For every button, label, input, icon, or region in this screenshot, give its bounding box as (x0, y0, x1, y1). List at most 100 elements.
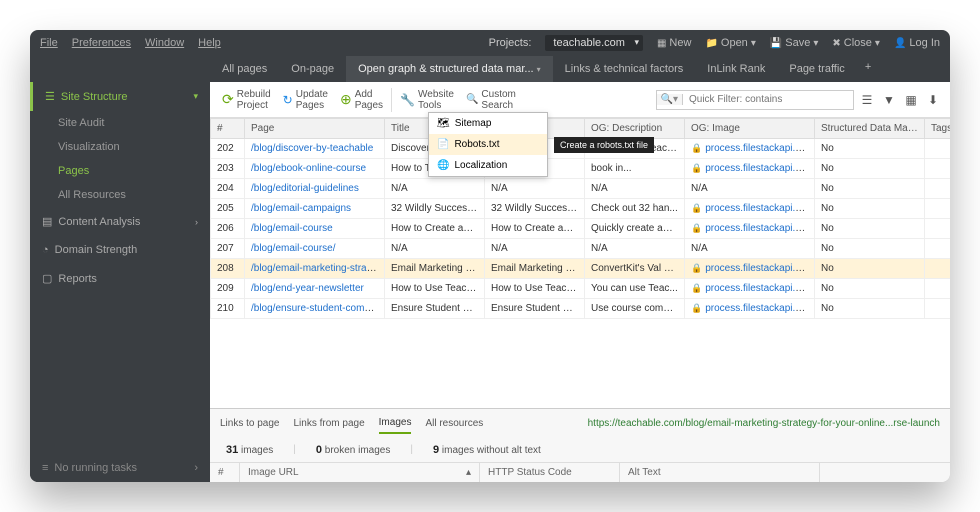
table-row[interactable]: 208/blog/email-marketing-strategEmail Ma… (211, 259, 951, 279)
dropdown-localization[interactable]: 🌐Localization (429, 155, 547, 176)
data-table: #PageTitleOG: DescriptionOG: ImageStruct… (210, 118, 950, 408)
sidebar: ☰Site Structure▾ Site Audit Visualizatio… (30, 82, 210, 482)
gauge-icon: ◔ (42, 244, 49, 256)
sidebar-site-structure[interactable]: ☰Site Structure▾ (30, 82, 210, 111)
download-icon[interactable]: ⬇ (924, 91, 942, 109)
website-tools-dropdown: 🗺Sitemap 📄Robots.txt 🌐Localization Creat… (428, 112, 548, 177)
subtab-images[interactable]: Images (379, 413, 412, 434)
col-header[interactable]: Page (245, 119, 385, 139)
sidebar-site-audit[interactable]: Site Audit (30, 111, 210, 135)
table-row[interactable]: 207/blog/email-course/N/AN/AN/AN/ANo (211, 239, 951, 259)
sub-col-header[interactable]: HTTP Status Code (480, 463, 620, 482)
save-icon: 💾 (770, 38, 782, 49)
tab-links-technical[interactable]: Links & technical factors (553, 56, 696, 82)
menubar: File Preferences Window Help Projects: t… (30, 30, 950, 56)
menu-left: File Preferences Window Help (40, 37, 221, 49)
add-tab-button[interactable]: + (857, 56, 879, 82)
wrench-icon: 🔧 (400, 93, 415, 107)
menu-file[interactable]: File (40, 37, 58, 49)
table-row[interactable]: 204/blog/editorial-guidelinesN/AN/AN/AN/… (211, 179, 951, 199)
sidebar-all-resources[interactable]: All Resources (30, 183, 210, 207)
file-icon: ▦ (657, 38, 666, 49)
subtab-links-to[interactable]: Links to page (220, 414, 280, 433)
stat: 31 images (226, 444, 273, 456)
detail-panel: Links to page Links from page Images All… (210, 408, 950, 482)
sidebar-pages[interactable]: Pages (30, 159, 210, 183)
table-row[interactable]: 206/blog/email-courseHow to Create an ..… (211, 219, 951, 239)
tasks-icon: ≡ (42, 462, 48, 474)
col-header[interactable]: # (211, 119, 245, 139)
table-row[interactable]: 203/blog/ebook-online-courseHow to Turn … (211, 159, 951, 179)
tab-open-graph[interactable]: Open graph & structured data mar... ▾ (346, 56, 553, 82)
tab-inlink-rank[interactable]: InLink Rank (695, 56, 777, 82)
tab-page-traffic[interactable]: Page traffic (777, 56, 856, 82)
website-tools-button[interactable]: 🔧Website Tools (396, 87, 458, 113)
structure-icon: ☰ (45, 90, 55, 103)
new-button[interactable]: ▦New (657, 37, 691, 49)
table-row[interactable]: 205/blog/email-campaigns32 Wildly Succes… (211, 199, 951, 219)
save-button[interactable]: 💾Save▾ (770, 37, 819, 49)
refresh-icon: ↻ (283, 93, 293, 107)
sub-col-header[interactable]: Image URL ▴ (240, 463, 480, 482)
toolbar: ⟳Rebuild Project ↻Update Pages ⊕Add Page… (210, 82, 950, 118)
chevron-right-icon: › (195, 217, 198, 227)
login-button[interactable]: 👤Log In (894, 37, 940, 49)
quick-filter[interactable]: 🔍▾ (656, 90, 854, 110)
tab-on-page[interactable]: On-page (279, 56, 346, 82)
sidebar-content-analysis[interactable]: ▤Content Analysis› (30, 207, 210, 236)
folder-icon: 📁 (705, 38, 717, 49)
project-select[interactable]: teachable.com (545, 35, 643, 51)
subtab-all-resources[interactable]: All resources (425, 414, 483, 433)
globe-icon: 🌐 (437, 160, 449, 171)
chevron-down-icon: ▾ (875, 38, 880, 49)
doc-icon: ▤ (42, 215, 52, 228)
projects-label: Projects: (489, 37, 532, 49)
dropdown-robots[interactable]: 📄Robots.txt (429, 134, 547, 155)
search-icon: 🔍▾ (657, 94, 683, 105)
robots-icon: 📄 (437, 139, 449, 150)
chevron-down-icon: ▾ (537, 65, 541, 74)
col-header[interactable]: Tags ▾ (925, 119, 951, 139)
col-header[interactable]: OG: Image (685, 119, 815, 139)
tab-all-pages[interactable]: All pages (210, 56, 279, 82)
menu-help[interactable]: Help (198, 37, 221, 49)
sub-col-header[interactable]: Alt Text (620, 463, 820, 482)
filter-input[interactable] (683, 94, 853, 105)
chevron-down-icon: ▾ (751, 38, 756, 49)
open-button[interactable]: 📁Open▾ (705, 37, 755, 49)
dropdown-sitemap[interactable]: 🗺Sitemap (429, 113, 547, 134)
sitemap-icon: 🗺 (437, 118, 450, 129)
grid-view-icon[interactable]: ▦ (902, 91, 920, 109)
search-icon: 🔍 (466, 94, 478, 105)
subtab-links-from[interactable]: Links from page (294, 414, 365, 433)
menu-window[interactable]: Window (145, 37, 184, 49)
close-icon: ✖ (832, 38, 840, 49)
filter-icon[interactable]: ▼ (880, 91, 898, 109)
rebuild-project-button[interactable]: ⟳Rebuild Project (218, 87, 275, 113)
add-pages-button[interactable]: ⊕Add Pages (336, 87, 387, 113)
close-button[interactable]: ✖Close▾ (832, 37, 880, 49)
sidebar-domain-strength[interactable]: ◔Domain Strength (30, 236, 210, 264)
stat: 0 broken images (316, 444, 391, 456)
tabs-bar: All pages On-page Open graph & structure… (30, 56, 950, 82)
stat: 9 images without alt text (433, 444, 541, 456)
custom-search-button[interactable]: 🔍Custom Search (462, 87, 520, 113)
content: ⟳Rebuild Project ↻Update Pages ⊕Add Page… (210, 82, 950, 482)
menu-preferences[interactable]: Preferences (72, 37, 131, 49)
sidebar-reports[interactable]: ▢Reports (30, 264, 210, 293)
status-bar: ≡No running tasks› (30, 454, 210, 482)
update-pages-button[interactable]: ↻Update Pages (279, 87, 332, 113)
tooltip: Create a robots.txt file (554, 137, 654, 153)
plus-icon: ⊕ (340, 91, 352, 108)
col-header[interactable]: OG: Description (585, 119, 685, 139)
table-row[interactable]: 210/blog/ensure-student-compreEnsure Stu… (211, 299, 951, 319)
rebuild-icon: ⟳ (222, 91, 234, 108)
table-row[interactable]: 209/blog/end-year-newsletterHow to Use T… (211, 279, 951, 299)
detail-url: https://teachable.com/blog/email-marketi… (588, 418, 940, 429)
list-view-icon[interactable]: ☰ (858, 91, 876, 109)
chevron-down-icon: ▾ (813, 38, 818, 49)
sub-col-header[interactable]: # (210, 463, 240, 482)
col-header[interactable]: Structured Data Mark... (815, 119, 925, 139)
sidebar-visualization[interactable]: Visualization (30, 135, 210, 159)
report-icon: ▢ (42, 272, 52, 285)
